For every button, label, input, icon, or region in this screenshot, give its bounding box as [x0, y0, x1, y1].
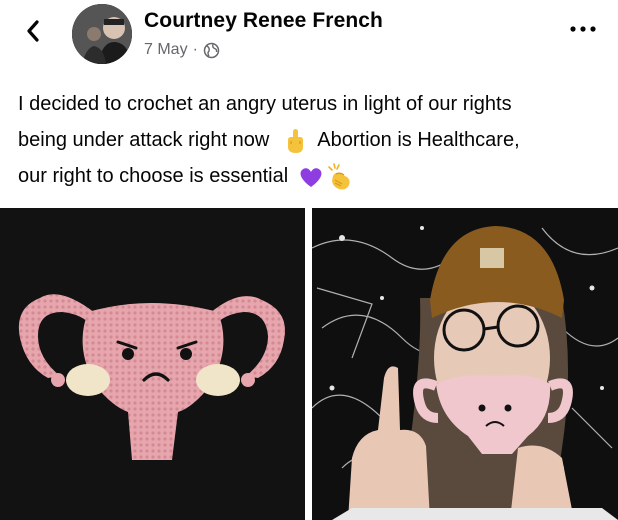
meta-separator: ·	[192, 41, 198, 58]
crochet-uterus-image	[0, 208, 305, 520]
post-date[interactable]: 7 May	[144, 41, 188, 59]
avatar[interactable]	[72, 4, 132, 64]
caption-line-2-a: being under attack right now	[18, 129, 270, 151]
post-photos	[0, 208, 618, 520]
caption-line-2-b: Abortion is Healthcare,	[317, 129, 520, 151]
middle-finger-emoji	[287, 128, 303, 153]
caption-line-1: I decided to crochet an angry uterus in …	[18, 93, 512, 115]
avatar-image	[72, 4, 132, 64]
caption-line-3-text: our right to choose is essential	[18, 165, 289, 187]
chevron-left-icon	[27, 20, 39, 42]
author-name[interactable]: Courtney Renee French	[144, 9, 383, 33]
more-options-icon	[570, 26, 596, 32]
globe-icon[interactable]	[203, 42, 220, 59]
caption-line-2: being under attack right now Abortion is…	[18, 122, 608, 158]
post-caption: I decided to crochet an angry uterus in …	[18, 86, 608, 194]
more-options-button[interactable]	[568, 22, 598, 34]
back-button[interactable]	[18, 16, 48, 46]
clapping-hands-emoji	[328, 162, 350, 190]
post-meta: 7 May ·	[144, 41, 220, 59]
photo-crochet-uterus[interactable]	[0, 208, 305, 520]
purple-heart-emoji	[300, 167, 322, 187]
post-header: Courtney Renee French 7 May ·	[0, 0, 618, 78]
photo-person-holding-crochet[interactable]	[312, 208, 618, 520]
caption-line-3: our right to choose is essential	[18, 158, 608, 194]
person-photo-image	[312, 208, 618, 520]
